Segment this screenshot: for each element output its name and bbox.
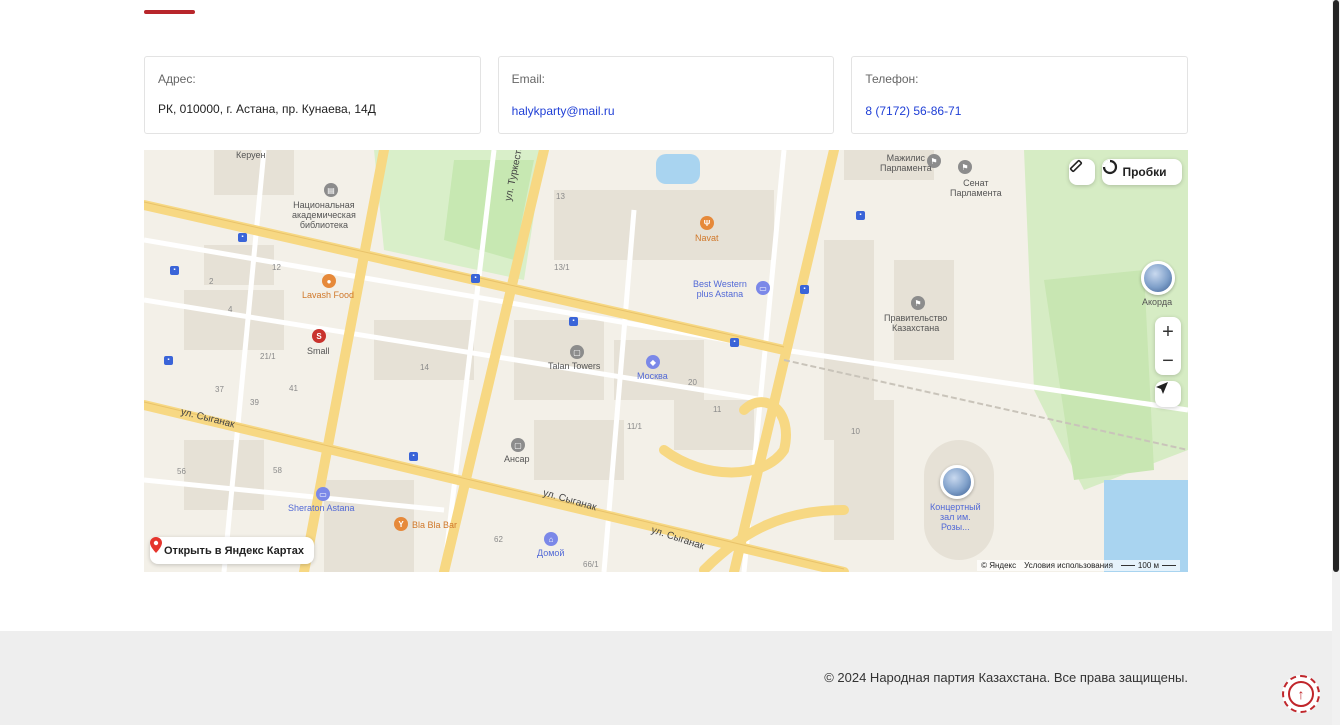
address-value: РК, 010000, г. Астана, пр. Кунаева, 14Д bbox=[158, 102, 376, 116]
contact-cards: Адрес: РК, 010000, г. Астана, пр. Кунаев… bbox=[144, 56, 1189, 134]
map-label-ansar: Ансар bbox=[504, 454, 530, 464]
map-scale: 100 м bbox=[1120, 561, 1176, 570]
traffic-button[interactable]: Пробки bbox=[1102, 159, 1182, 185]
building-number: 13/1 bbox=[554, 263, 570, 272]
building-number: 2 bbox=[209, 277, 214, 286]
bus-stop-icon[interactable]: ▪ bbox=[238, 233, 247, 242]
scrollbar-thumb[interactable] bbox=[1333, 0, 1339, 572]
building-number: 12 bbox=[272, 263, 281, 272]
concert-hall-photo-icon[interactable] bbox=[940, 465, 974, 499]
phone-link[interactable]: 8 (7172) 56-86-71 bbox=[865, 104, 961, 118]
bus-stop-icon[interactable]: ▪ bbox=[569, 317, 578, 326]
building-number: 10 bbox=[851, 427, 860, 436]
akorda-photo-icon[interactable] bbox=[1141, 261, 1175, 295]
office-pin-icon[interactable]: ▢ bbox=[570, 345, 584, 359]
yandex-map[interactable]: ▤ ● S Ψ ▭ ▢ ◆ ▢ ▭ Y ⌂ ⚑ ⚑ ⚑ ▪ ▪ ▪ ▪ ▪ ▪ … bbox=[144, 150, 1188, 572]
business-center-pin-icon[interactable]: ▢ bbox=[511, 438, 525, 452]
address-label: Адрес: bbox=[158, 72, 196, 86]
email-label: Email: bbox=[511, 72, 546, 86]
library-pin-icon[interactable]: ▤ bbox=[324, 183, 338, 197]
traffic-label: Пробки bbox=[1122, 165, 1167, 179]
scroll-to-top-button[interactable]: ↑ bbox=[1282, 675, 1320, 713]
ruler-button[interactable] bbox=[1069, 159, 1095, 185]
building-number: 41 bbox=[289, 384, 298, 393]
map-label-library: Национальная академическая библиотека bbox=[292, 200, 356, 230]
map-label-sheraton: Sheraton Astana bbox=[288, 503, 355, 513]
address-card: Адрес: РК, 010000, г. Астана, пр. Кунаев… bbox=[144, 56, 481, 134]
map-label-moskva: Москва bbox=[637, 371, 668, 381]
bus-stop-icon[interactable]: ▪ bbox=[856, 211, 865, 220]
building-number: 20 bbox=[688, 378, 697, 387]
zoom-control: + − bbox=[1155, 317, 1181, 375]
phone-label: Телефон: bbox=[865, 72, 919, 86]
bus-stop-icon[interactable]: ▪ bbox=[800, 285, 809, 294]
hotel-pin-icon[interactable]: ▭ bbox=[756, 281, 770, 295]
shop-pin-icon[interactable]: S bbox=[312, 329, 326, 343]
terms-of-use-link[interactable]: Условия использования bbox=[1024, 561, 1113, 570]
building-number: 14 bbox=[420, 363, 429, 372]
building-number: 13 bbox=[556, 192, 565, 201]
open-in-yandex-maps-button[interactable]: Открыть в Яндекс Картах bbox=[150, 537, 314, 564]
footer-copyright: © 2024 Народная партия Казахстана. Все п… bbox=[824, 670, 1188, 685]
map-label-talan-towers: Talan Towers bbox=[548, 361, 601, 371]
zoom-out-button[interactable]: − bbox=[1155, 346, 1181, 375]
flag-pin-icon[interactable]: ⚑ bbox=[911, 296, 925, 310]
building-number: 37 bbox=[215, 385, 224, 394]
building-number: 4 bbox=[228, 305, 233, 314]
map-label-lavash-food: Lavash Food bbox=[302, 290, 355, 300]
arrow-up-icon: ↑ bbox=[1288, 681, 1314, 707]
map-label-concert-hall: Концертный зал им. Розы... bbox=[930, 502, 981, 532]
map-label-government: Правительство Казахстана bbox=[884, 313, 948, 333]
building-number: 58 bbox=[273, 466, 282, 475]
zoom-in-button[interactable]: + bbox=[1155, 317, 1181, 346]
building-number: 56 bbox=[177, 467, 186, 476]
map-label-bla-bla-bar: Bla Bla Bar bbox=[412, 520, 458, 530]
building-number: 39 bbox=[250, 398, 259, 407]
page: Адрес: РК, 010000, г. Астана, пр. Кунаев… bbox=[0, 0, 1340, 725]
building-number: 66/1 bbox=[583, 560, 599, 569]
home-pin-icon[interactable]: ⌂ bbox=[544, 532, 558, 546]
map-label-akorda: Акорда bbox=[1142, 297, 1173, 307]
restaurant-pin-icon[interactable]: ● bbox=[322, 274, 336, 288]
map-label-best-western: Best Western plus Astana bbox=[693, 279, 747, 299]
bus-stop-icon[interactable]: ▪ bbox=[409, 452, 418, 461]
geolocation-button[interactable] bbox=[1155, 381, 1181, 407]
page-scrollbar[interactable] bbox=[1332, 0, 1340, 725]
bus-stop-icon[interactable]: ▪ bbox=[730, 338, 739, 347]
map-label-keruen: Керуен bbox=[236, 150, 266, 160]
open-in-yandex-label: Открыть в Яндекс Картах bbox=[164, 544, 304, 557]
email-card: Email: halykparty@mail.ru bbox=[497, 56, 835, 134]
phone-card: Телефон: 8 (7172) 56-86-71 bbox=[851, 56, 1189, 134]
bar-pin-icon[interactable]: Y bbox=[394, 517, 408, 531]
building-number: 11/1 bbox=[627, 422, 642, 431]
yandex-copyright[interactable]: © Яндекс bbox=[981, 561, 1016, 570]
map-scale-label: 100 м bbox=[1137, 561, 1159, 570]
bus-stop-icon[interactable]: ▪ bbox=[471, 274, 480, 283]
section-accent-bar bbox=[144, 10, 195, 14]
building-number: 62 bbox=[494, 535, 503, 544]
email-link[interactable]: halykparty@mail.ru bbox=[512, 104, 615, 118]
footer: © 2024 Народная партия Казахстана. Все п… bbox=[0, 631, 1332, 725]
hotel-pin-icon[interactable]: ▭ bbox=[316, 487, 330, 501]
bus-stop-icon[interactable]: ▪ bbox=[170, 266, 179, 275]
building-number: 21/1 bbox=[260, 352, 276, 361]
building-number: 11 bbox=[713, 405, 722, 414]
mall-pin-icon[interactable]: ◆ bbox=[646, 355, 660, 369]
map-label-senat: Сенат Парламента bbox=[950, 178, 1002, 198]
map-label-domoi: Домой bbox=[537, 548, 565, 558]
map-label-mazhilis: Мажилис Парламента bbox=[880, 153, 932, 173]
flag-pin-icon[interactable]: ⚑ bbox=[958, 160, 972, 174]
cafe-pin-icon[interactable]: Ψ bbox=[700, 216, 714, 230]
map-attribution: © Яндекс Условия использования 100 м bbox=[977, 560, 1180, 571]
bus-stop-icon[interactable]: ▪ bbox=[164, 356, 173, 365]
map-label-navat: Navat bbox=[695, 233, 719, 243]
map-label-small: Small bbox=[307, 346, 330, 356]
